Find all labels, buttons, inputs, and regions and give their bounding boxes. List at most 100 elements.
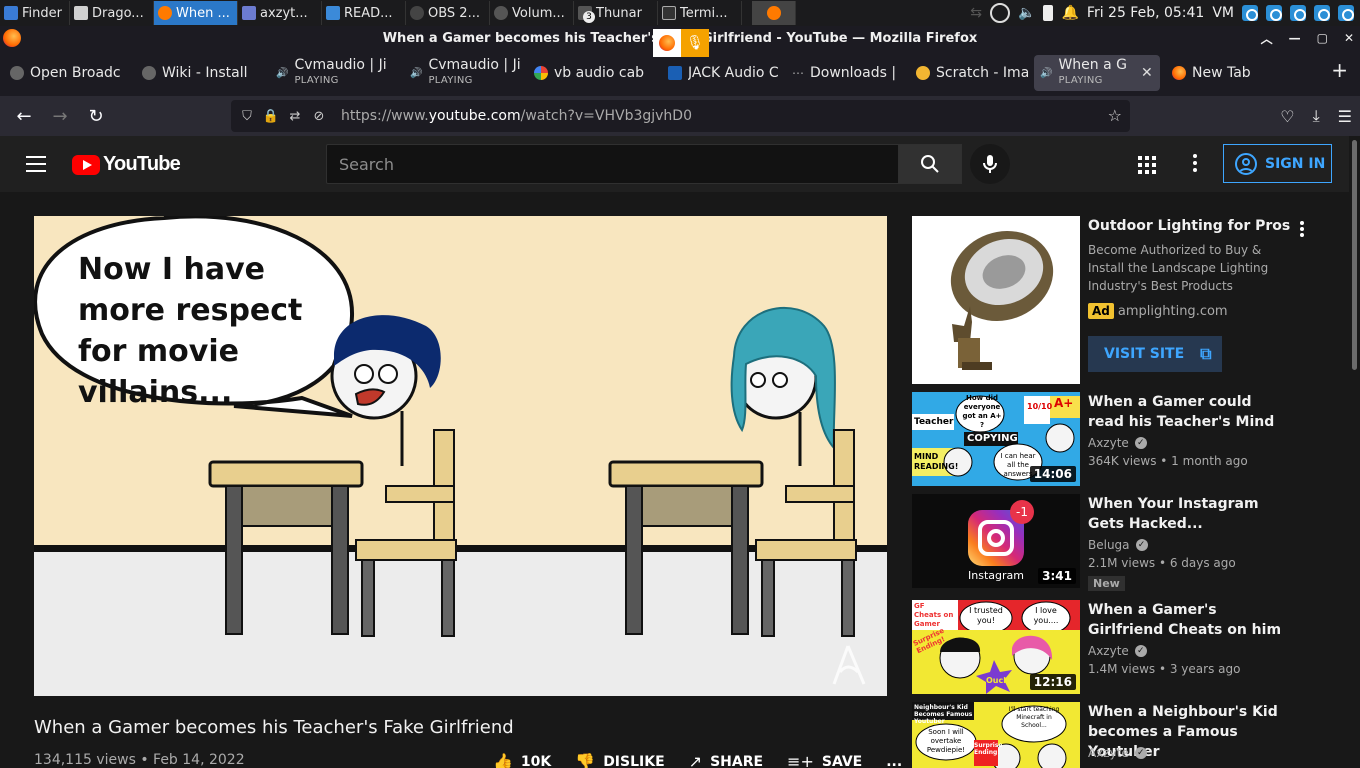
- youtube-logo[interactable]: YouTube: [72, 153, 181, 176]
- ad-title[interactable]: Outdoor Lighting for Pros: [1088, 218, 1290, 234]
- task-obs[interactable]: OBS 2...: [406, 1, 490, 25]
- guide-menu-icon[interactable]: [26, 156, 46, 172]
- video-title-link[interactable]: When Your Instagram Gets Hacked...: [1088, 494, 1288, 534]
- lock-icon[interactable]: 🔒: [259, 109, 283, 124]
- task-terminal[interactable]: Termi...: [658, 1, 742, 25]
- tab-wiki-install[interactable]: Wiki - Install: [136, 55, 270, 91]
- related-video[interactable]: -1 Instagram 3:41 When Your Instagram Ge…: [912, 494, 1312, 591]
- video-stats: 2.1M views • 6 days ago: [1088, 556, 1236, 570]
- tray-app-icon[interactable]: [1314, 5, 1330, 21]
- scrollbar-thumb[interactable]: [1352, 140, 1357, 370]
- share-icon: ↗: [688, 752, 703, 768]
- new-tab-button[interactable]: +: [1331, 58, 1348, 82]
- tray-app-icon[interactable]: [1338, 5, 1354, 21]
- video-title-link[interactable]: When a Gamer's Girlfriend Cheats on him: [1088, 600, 1288, 640]
- like-button[interactable]: 👍 10K: [493, 752, 551, 768]
- minimize-icon[interactable]: —: [1289, 31, 1301, 45]
- page-scrollbar[interactable]: [1349, 136, 1360, 768]
- lamp-image: [912, 216, 1080, 384]
- tab-jack-audio[interactable]: JACK Audio C: [662, 55, 786, 91]
- sign-in-button[interactable]: SIGN IN: [1223, 144, 1332, 183]
- menu-icon[interactable]: ☰: [1338, 107, 1352, 126]
- clock[interactable]: Fri 25 Feb, 05:41: [1087, 5, 1204, 21]
- settings-kebab-icon[interactable]: [1193, 154, 1197, 172]
- share-button[interactable]: ↗ SHARE: [689, 752, 763, 768]
- back-button[interactable]: ←: [6, 106, 42, 127]
- video-thumbnail[interactable]: -1 Instagram 3:41: [912, 494, 1080, 588]
- task-finder[interactable]: Finder: [0, 1, 70, 25]
- save-button[interactable]: ≡+ SAVE: [787, 752, 862, 768]
- visit-site-button[interactable]: VISIT SITE ⧉: [1088, 336, 1222, 372]
- task-firefox-small[interactable]: [752, 1, 796, 25]
- reload-button[interactable]: ↻: [78, 106, 114, 127]
- new-badge: New: [1088, 576, 1125, 591]
- task-axzyte[interactable]: axzyt...: [238, 1, 322, 25]
- close-icon[interactable]: ✕: [1344, 31, 1354, 45]
- tab-cvmaudio-2[interactable]: 🔊 Cvmaudio | Ji PLAYING: [404, 55, 528, 91]
- channel-name[interactable]: Beluga ✓: [1088, 538, 1148, 552]
- sharing-indicator[interactable]: 🎙: [653, 29, 709, 57]
- voice-search-button[interactable]: [970, 144, 1010, 184]
- obs-tray-icon[interactable]: [990, 3, 1011, 23]
- search-input[interactable]: [326, 144, 899, 184]
- tab-downloads[interactable]: ⋯ Downloads |: [786, 55, 910, 91]
- permissions-icon[interactable]: ⇄: [283, 109, 307, 124]
- video-duration: 12:16: [1029, 674, 1076, 690]
- pocket-icon[interactable]: ♡: [1280, 107, 1294, 126]
- tray-app-icon[interactable]: [1290, 5, 1306, 21]
- verified-check-icon: ✓: [1134, 645, 1147, 657]
- maximize-icon[interactable]: ▢: [1317, 31, 1328, 45]
- verified-check-icon: ✓: [1135, 539, 1148, 551]
- task-readme[interactable]: READ...: [322, 1, 406, 25]
- tab-vb-audio[interactable]: vb audio cab: [528, 55, 662, 91]
- notification-badge: -1: [1010, 500, 1034, 524]
- firefox-logo-icon: [3, 29, 21, 47]
- autoplay-blocked-icon[interactable]: ⊘: [307, 109, 331, 124]
- google-icon: [534, 66, 548, 80]
- ad-menu-icon[interactable]: [1300, 221, 1304, 237]
- finder-icon: [4, 6, 18, 20]
- apps-grid-icon[interactable]: [1138, 156, 1156, 174]
- task-firefox[interactable]: When ...: [154, 1, 238, 25]
- url-bar[interactable]: ⛉ 🔒 ⇄ ⊘ https://www.youtube.com/watch?v=…: [231, 100, 1130, 132]
- url-text[interactable]: https://www.youtube.com/watch?v=VHVb3gjv…: [341, 108, 692, 124]
- collapse-icon[interactable]: ︿: [1261, 30, 1273, 47]
- video-duration: 14:06: [1029, 466, 1076, 482]
- speaker-icon[interactable]: 🔈: [1018, 5, 1035, 21]
- video-title-link[interactable]: When a Gamer could read his Teacher's Mi…: [1088, 392, 1288, 432]
- video-thumbnail[interactable]: How did everyone got an A+ ? Teacher COP…: [912, 392, 1080, 486]
- tab-cvmaudio-1[interactable]: 🔊 Cvmaudio | Ji PLAYING: [270, 55, 404, 91]
- related-video[interactable]: Neighbour's Kid Becomes Famous Youtuber …: [912, 702, 1312, 768]
- vm-label[interactable]: VM: [1212, 5, 1234, 21]
- video-thumbnail[interactable]: GF Cheats on Gamer I trusted you! I love…: [912, 600, 1080, 694]
- tab-scratch[interactable]: Scratch - Ima: [910, 55, 1034, 91]
- tray-app-icon[interactable]: [1266, 5, 1282, 21]
- related-video[interactable]: GF Cheats on Gamer I trusted you! I love…: [912, 600, 1312, 694]
- sidebar-ad[interactable]: Outdoor Lighting for Pros Become Authori…: [912, 216, 1312, 384]
- more-actions-button[interactable]: ...: [886, 754, 902, 768]
- close-tab-icon[interactable]: ✕: [1141, 65, 1153, 81]
- network-icon[interactable]: ⇆: [970, 5, 982, 21]
- related-video[interactable]: How did everyone got an A+ ? Teacher COP…: [912, 392, 1312, 486]
- tray-app-icon[interactable]: [1242, 5, 1258, 21]
- video-thumbnail[interactable]: Neighbour's Kid Becomes Famous Youtuber …: [912, 702, 1080, 768]
- forward-button[interactable]: →: [42, 106, 78, 127]
- task-volume[interactable]: Volum...: [490, 1, 574, 25]
- channel-name[interactable]: Axzyte ✓: [1088, 436, 1147, 450]
- channel-name[interactable]: Axzyte ✓: [1088, 746, 1147, 760]
- search-button[interactable]: [898, 144, 962, 184]
- task-dragon[interactable]: Drago...: [70, 1, 154, 25]
- task-thunar[interactable]: Thunar 3: [574, 1, 658, 25]
- bookmark-star-icon[interactable]: ☆: [1108, 106, 1122, 125]
- battery-icon[interactable]: [1043, 5, 1054, 21]
- tab-new-tab[interactable]: New Tab: [1166, 55, 1286, 91]
- dislike-button[interactable]: 👎 DISLIKE: [575, 752, 664, 768]
- channel-name[interactable]: Axzyte ✓: [1088, 644, 1147, 658]
- verified-check-icon: ✓: [1134, 747, 1147, 759]
- tab-youtube-active[interactable]: 🔊 When a G PLAYING ✕: [1034, 55, 1160, 91]
- shield-icon[interactable]: ⛉: [235, 109, 259, 124]
- downloads-icon[interactable]: ⤓: [1313, 106, 1320, 126]
- tab-open-broadcaster[interactable]: Open Broadc: [4, 55, 136, 91]
- bell-icon[interactable]: 🔔: [1061, 5, 1078, 21]
- ad-thumbnail[interactable]: [912, 216, 1080, 384]
